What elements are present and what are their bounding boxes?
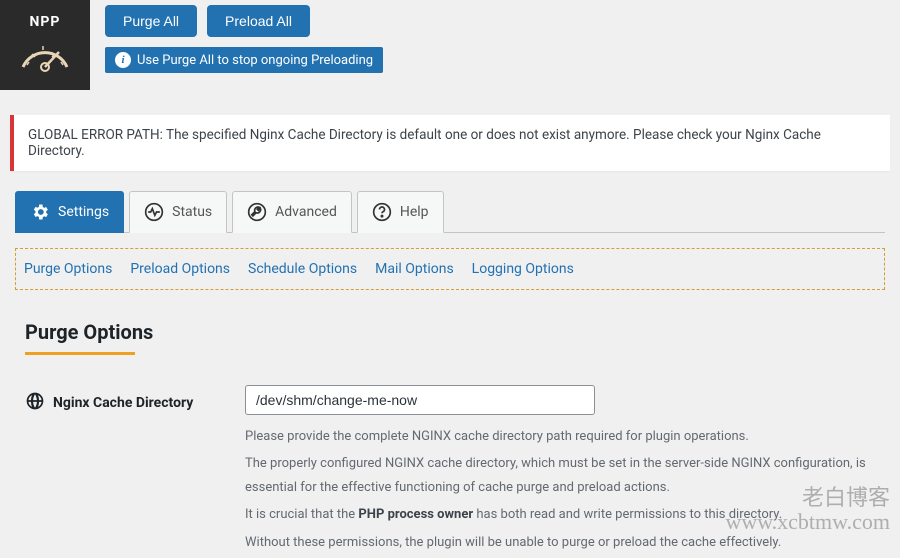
gauge-icon xyxy=(15,32,75,72)
purge-all-button[interactable]: Purge All xyxy=(105,5,197,37)
subtab-mail-options[interactable]: Mail Options xyxy=(375,261,454,277)
section-title: Purge Options xyxy=(25,320,885,344)
help-line-1: Please provide the complete NGINX cache … xyxy=(245,425,875,448)
tab-help[interactable]: Help xyxy=(357,191,444,233)
tab-status[interactable]: Status xyxy=(129,191,227,233)
field-help-text: Please provide the complete NGINX cache … xyxy=(245,425,875,554)
field-label-text: Nginx Cache Directory xyxy=(53,395,193,411)
wrench-icon xyxy=(247,202,267,222)
action-buttons: Purge All Preload All xyxy=(105,5,383,37)
npp-logo: NPP xyxy=(0,0,90,90)
subtab-schedule-options[interactable]: Schedule Options xyxy=(248,261,357,277)
subtab-preload-options[interactable]: Preload Options xyxy=(130,261,230,277)
title-underline xyxy=(25,352,135,355)
field-nginx-cache-directory: Nginx Cache Directory Please provide the… xyxy=(15,385,885,558)
tab-label: Status xyxy=(172,204,212,220)
info-banner: i Use Purge All to stop ongoing Preloadi… xyxy=(105,47,383,73)
plugin-header: NPP Purge All Preload All i Use Purge Al… xyxy=(0,0,900,100)
subtab-logging-options[interactable]: Logging Options xyxy=(472,261,574,277)
help-line-4: Without these permissions, the plugin wi… xyxy=(245,531,875,554)
tab-label: Help xyxy=(400,204,429,220)
tab-label: Advanced xyxy=(275,204,337,220)
info-banner-text: Use Purge All to stop ongoing Preloading xyxy=(137,53,373,68)
tab-advanced[interactable]: Advanced xyxy=(232,191,352,233)
logo-text: NPP xyxy=(15,14,75,30)
subtab-bar: Purge Options Preload Options Schedule O… xyxy=(15,248,885,290)
gear-icon xyxy=(30,202,50,222)
info-icon: i xyxy=(115,52,131,68)
error-notice: GLOBAL ERROR PATH: The specified Nginx C… xyxy=(10,115,890,171)
tab-settings[interactable]: Settings xyxy=(15,191,124,233)
main-tabs: Settings Status Advanced Help xyxy=(15,191,885,233)
heartbeat-icon xyxy=(144,202,164,222)
preload-all-button[interactable]: Preload All xyxy=(207,5,310,37)
question-icon xyxy=(372,202,392,222)
globe-icon xyxy=(25,391,45,415)
nginx-cache-directory-input[interactable] xyxy=(245,385,595,415)
error-message: GLOBAL ERROR PATH: The specified Nginx C… xyxy=(28,127,821,159)
tab-label: Settings xyxy=(58,204,109,220)
subtab-purge-options[interactable]: Purge Options xyxy=(24,261,112,277)
field-label: Nginx Cache Directory xyxy=(25,385,245,415)
help-line-3: It is crucial that the PHP process owner… xyxy=(245,503,875,526)
help-line-2: The properly configured NGINX cache dire… xyxy=(245,452,875,499)
